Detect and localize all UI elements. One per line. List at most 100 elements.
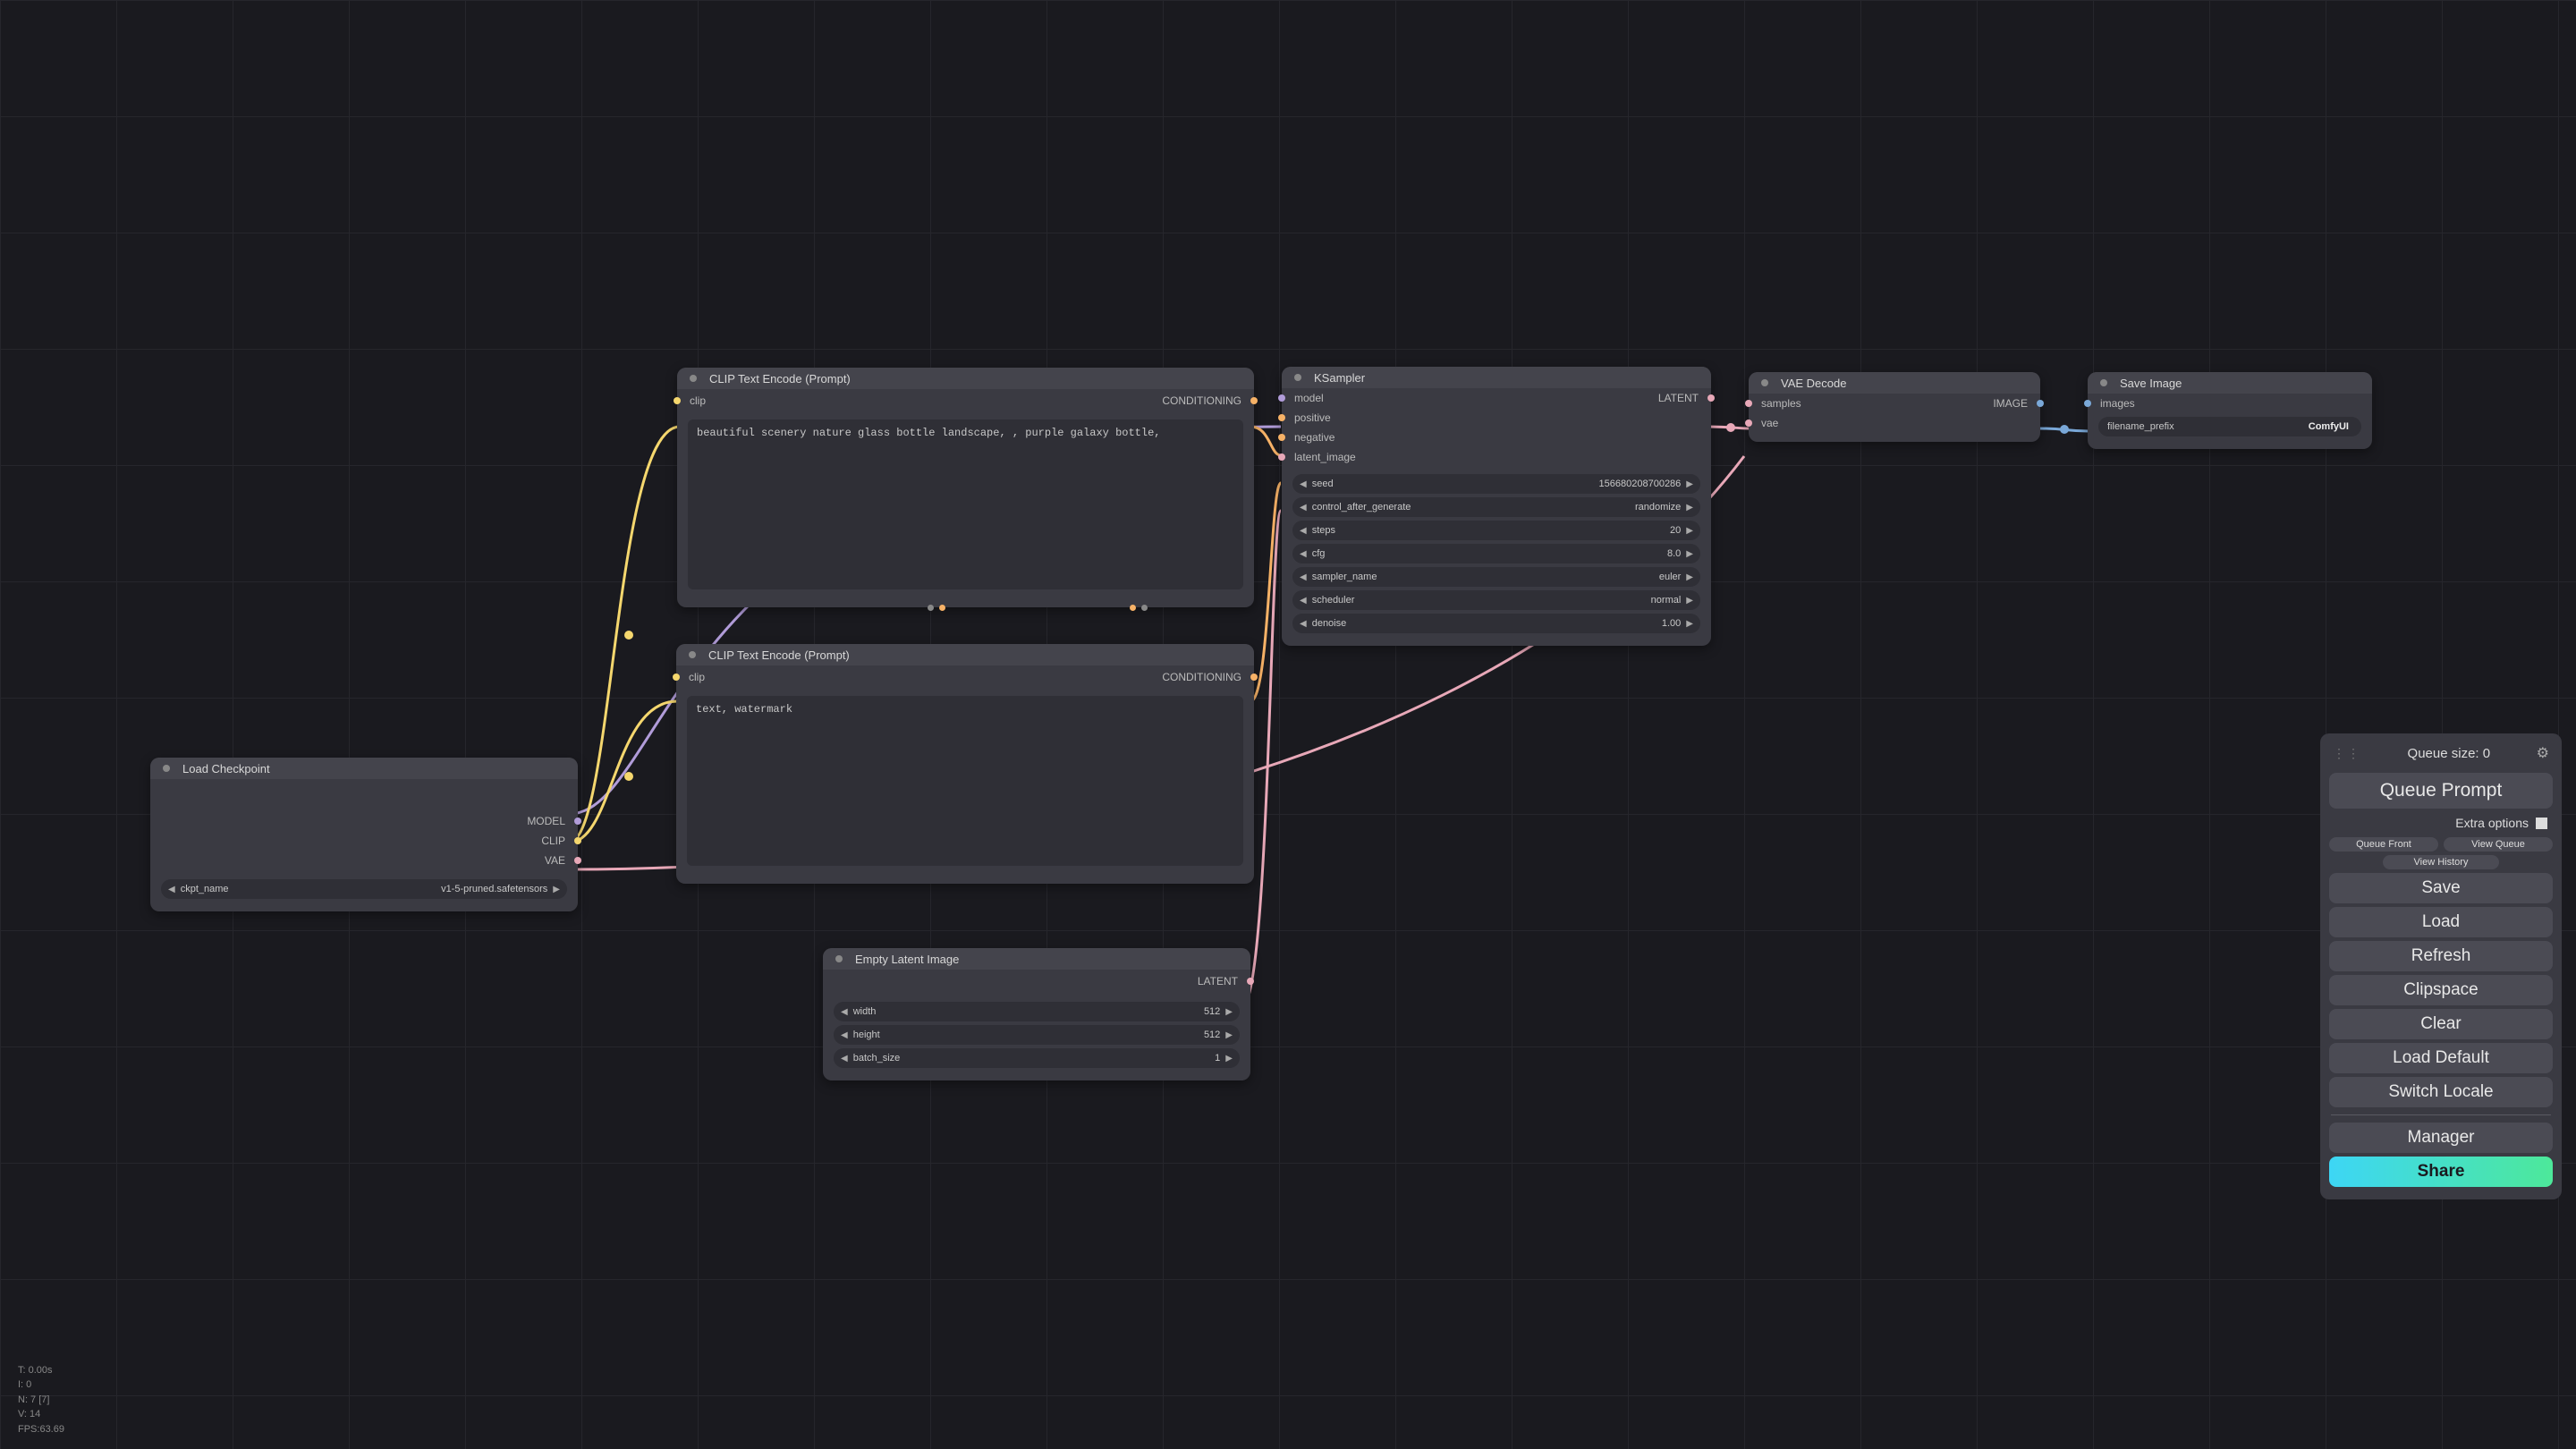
chevron-left-icon[interactable]: ◀ bbox=[1300, 479, 1307, 489]
output-clip-port[interactable] bbox=[574, 837, 581, 844]
extra-options-checkbox[interactable] bbox=[2536, 818, 2547, 829]
node-header[interactable]: Save Image bbox=[2088, 372, 2372, 394]
save-button[interactable]: Save bbox=[2329, 873, 2553, 903]
queue-front-button[interactable]: Queue Front bbox=[2329, 837, 2438, 852]
clear-button[interactable]: Clear bbox=[2329, 1009, 2553, 1039]
prompt-textarea[interactable]: text, watermark bbox=[687, 696, 1243, 866]
batch-widget[interactable]: ◀ batch_size 1 ▶ bbox=[834, 1048, 1240, 1068]
chevron-left-icon[interactable]: ◀ bbox=[168, 885, 175, 894]
view-history-button[interactable]: View History bbox=[2383, 855, 2499, 869]
height-value: 512 bbox=[891, 1030, 1221, 1040]
chevron-right-icon[interactable]: ▶ bbox=[1225, 1007, 1233, 1017]
view-queue-button[interactable]: View Queue bbox=[2444, 837, 2553, 852]
chevron-right-icon[interactable]: ▶ bbox=[1686, 596, 1693, 606]
chevron-left-icon[interactable]: ◀ bbox=[1300, 526, 1307, 536]
input-clip-label: clip bbox=[690, 394, 706, 407]
node-header[interactable]: KSampler bbox=[1282, 367, 1711, 388]
refresh-button[interactable]: Refresh bbox=[2329, 941, 2553, 971]
chevron-left-icon[interactable]: ◀ bbox=[1300, 503, 1307, 513]
seed-value: 156680208700286 bbox=[1344, 479, 1682, 489]
resize-handle[interactable] bbox=[928, 605, 1148, 611]
width-widget[interactable]: ◀ width 512 ▶ bbox=[834, 1002, 1240, 1021]
input-clip-port[interactable] bbox=[673, 674, 680, 681]
chevron-left-icon[interactable]: ◀ bbox=[841, 1030, 848, 1040]
denoise-widget[interactable]: ◀ denoise 1.00 ▶ bbox=[1292, 614, 1700, 633]
prompt-textarea[interactable]: beautiful scenery nature glass bottle la… bbox=[688, 419, 1243, 589]
clipspace-button[interactable]: Clipspace bbox=[2329, 975, 2553, 1005]
chevron-left-icon[interactable]: ◀ bbox=[841, 1054, 848, 1063]
collapse-dot-icon[interactable] bbox=[163, 765, 170, 772]
ckpt-name-value: v1-5-pruned.safetensors bbox=[240, 884, 548, 894]
steps-widget[interactable]: ◀ steps 20 ▶ bbox=[1292, 521, 1700, 540]
output-cond-port[interactable] bbox=[1250, 674, 1258, 681]
control-panel[interactable]: ⋮⋮ Queue size: 0 ⚙ Queue Prompt Extra op… bbox=[2320, 733, 2562, 1199]
cag-widget[interactable]: ◀ control_after_generate randomize ▶ bbox=[1292, 497, 1700, 517]
collapse-dot-icon[interactable] bbox=[2100, 379, 2107, 386]
chevron-right-icon[interactable]: ▶ bbox=[1686, 526, 1693, 536]
collapse-dot-icon[interactable] bbox=[1761, 379, 1768, 386]
node-ksampler[interactable]: KSampler model LATENT positive negative … bbox=[1282, 367, 1711, 646]
collapse-dot-icon[interactable] bbox=[835, 955, 843, 962]
node-clip-positive[interactable]: CLIP Text Encode (Prompt) clip CONDITION… bbox=[677, 368, 1254, 607]
cag-value: randomize bbox=[1421, 502, 1681, 513]
collapse-dot-icon[interactable] bbox=[1294, 374, 1301, 381]
input-images-port[interactable] bbox=[2084, 400, 2091, 407]
output-model-port[interactable] bbox=[574, 818, 581, 825]
input-model-port[interactable] bbox=[1278, 394, 1285, 402]
chevron-right-icon[interactable]: ▶ bbox=[1686, 619, 1693, 629]
node-header[interactable]: CLIP Text Encode (Prompt) bbox=[676, 644, 1254, 665]
chevron-left-icon[interactable]: ◀ bbox=[841, 1007, 848, 1017]
input-positive-port[interactable] bbox=[1278, 414, 1285, 421]
chevron-left-icon[interactable]: ◀ bbox=[1300, 549, 1307, 559]
chevron-right-icon[interactable]: ▶ bbox=[553, 885, 560, 894]
node-header[interactable]: VAE Decode bbox=[1749, 372, 2040, 394]
output-image-port[interactable] bbox=[2037, 400, 2044, 407]
node-header[interactable]: CLIP Text Encode (Prompt) bbox=[677, 368, 1254, 389]
output-cond-port[interactable] bbox=[1250, 397, 1258, 404]
drag-handle-icon[interactable]: ⋮⋮ bbox=[2333, 746, 2361, 761]
input-negative-port[interactable] bbox=[1278, 434, 1285, 441]
collapse-dot-icon[interactable] bbox=[689, 651, 696, 658]
sampler-widget[interactable]: ◀ sampler_name euler ▶ bbox=[1292, 567, 1700, 587]
queue-prompt-button[interactable]: Queue Prompt bbox=[2329, 773, 2553, 809]
output-vae-port[interactable] bbox=[574, 857, 581, 864]
chevron-left-icon[interactable]: ◀ bbox=[1300, 619, 1307, 629]
manager-button[interactable]: Manager bbox=[2329, 1123, 2553, 1153]
chevron-left-icon[interactable]: ◀ bbox=[1300, 596, 1307, 606]
load-default-button[interactable]: Load Default bbox=[2329, 1043, 2553, 1073]
share-button[interactable]: Share bbox=[2329, 1157, 2553, 1187]
ckpt-name-widget[interactable]: ◀ ckpt_name v1-5-pruned.safetensors ▶ bbox=[161, 879, 567, 899]
node-header[interactable]: Load Checkpoint bbox=[150, 758, 578, 779]
filename-prefix-widget[interactable]: filename_prefix ComfyUI bbox=[2098, 417, 2361, 436]
node-vae-decode[interactable]: VAE Decode samples IMAGE vae bbox=[1749, 372, 2040, 442]
chevron-right-icon[interactable]: ▶ bbox=[1686, 503, 1693, 513]
chevron-right-icon[interactable]: ▶ bbox=[1686, 572, 1693, 582]
node-clip-negative[interactable]: CLIP Text Encode (Prompt) clip CONDITION… bbox=[676, 644, 1254, 884]
input-vae-port[interactable] bbox=[1745, 419, 1752, 427]
node-header[interactable]: Empty Latent Image bbox=[823, 948, 1250, 970]
load-button[interactable]: Load bbox=[2329, 907, 2553, 937]
input-clip-port[interactable] bbox=[674, 397, 681, 404]
chevron-right-icon[interactable]: ▶ bbox=[1686, 549, 1693, 559]
input-samples-port[interactable] bbox=[1745, 400, 1752, 407]
input-latent-port[interactable] bbox=[1278, 453, 1285, 461]
height-label: height bbox=[853, 1030, 880, 1040]
output-latent-port[interactable] bbox=[1707, 394, 1715, 402]
node-load-checkpoint[interactable]: Load Checkpoint MODEL CLIP VAE ◀ ckpt_na… bbox=[150, 758, 578, 911]
seed-widget[interactable]: ◀ seed 156680208700286 ▶ bbox=[1292, 474, 1700, 494]
chevron-left-icon[interactable]: ◀ bbox=[1300, 572, 1307, 582]
chevron-right-icon[interactable]: ▶ bbox=[1225, 1054, 1233, 1063]
output-latent-label: LATENT bbox=[1198, 975, 1238, 987]
switch-locale-button[interactable]: Switch Locale bbox=[2329, 1077, 2553, 1107]
cfg-widget[interactable]: ◀ cfg 8.0 ▶ bbox=[1292, 544, 1700, 564]
node-save-image[interactable]: Save Image images filename_prefix ComfyU… bbox=[2088, 372, 2372, 449]
node-empty-latent[interactable]: Empty Latent Image LATENT ◀ width 512 ▶ … bbox=[823, 948, 1250, 1080]
output-latent-port[interactable] bbox=[1247, 978, 1254, 985]
collapse-dot-icon[interactable] bbox=[690, 375, 697, 382]
scheduler-widget[interactable]: ◀ scheduler normal ▶ bbox=[1292, 590, 1700, 610]
denoise-label: denoise bbox=[1312, 618, 1347, 629]
height-widget[interactable]: ◀ height 512 ▶ bbox=[834, 1025, 1240, 1045]
chevron-right-icon[interactable]: ▶ bbox=[1225, 1030, 1233, 1040]
gear-icon[interactable]: ⚙ bbox=[2537, 744, 2549, 762]
chevron-right-icon[interactable]: ▶ bbox=[1686, 479, 1693, 489]
